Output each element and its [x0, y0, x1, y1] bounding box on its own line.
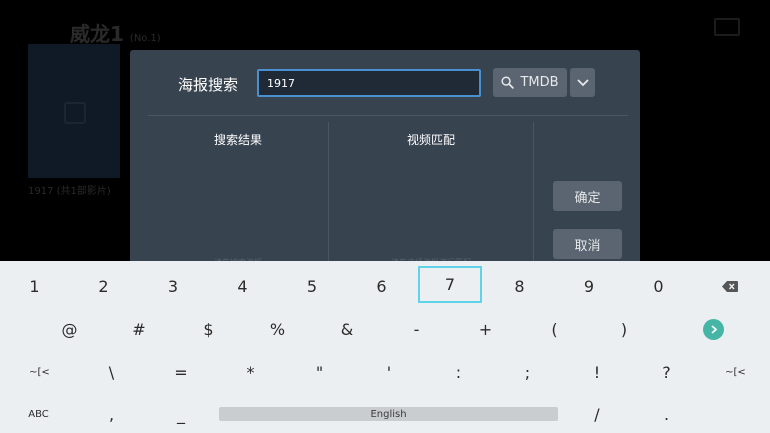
column-divider — [533, 122, 534, 265]
match-column-title: 视频匹配 — [406, 133, 455, 147]
image-placeholder-icon — [64, 102, 86, 124]
key-single-quote[interactable]: ' — [354, 353, 424, 391]
key-asterisk[interactable]: * — [216, 353, 285, 391]
key-close-paren[interactable]: ) — [589, 310, 659, 348]
screen-icon — [714, 18, 740, 36]
key-dollar[interactable]: $ — [174, 310, 243, 348]
divider — [148, 115, 628, 116]
key-8[interactable]: 8 — [485, 267, 554, 305]
key-comma[interactable]: , — [77, 395, 146, 433]
key-more-symbols-left[interactable]: ~[< — [5, 353, 74, 391]
key-percent[interactable]: % — [243, 310, 312, 348]
poster-search-dialog: 海报搜索 TMDB 搜索结果 视频匹配 请先搜索海报 请先选择海报进行匹配 确定… — [130, 50, 640, 267]
key-6[interactable]: 6 — [347, 267, 416, 305]
cancel-button[interactable]: 取消 — [553, 229, 622, 259]
key-exclamation[interactable]: ! — [562, 353, 632, 391]
source-button[interactable]: TMDB — [493, 68, 567, 97]
key-7[interactable]: 7 — [418, 266, 482, 303]
key-9[interactable]: 9 — [554, 267, 624, 305]
key-double-quote[interactable]: " — [285, 353, 354, 391]
background-poster — [28, 44, 120, 178]
key-question[interactable]: ? — [632, 353, 701, 391]
space-key[interactable]: English — [219, 407, 558, 421]
source-button-label: TMDB — [520, 75, 559, 90]
enter-key[interactable] — [680, 310, 747, 348]
background-caption: 1917 (共1部影片) — [28, 186, 111, 197]
key-0[interactable]: 0 — [624, 267, 693, 305]
key-equals[interactable]: = — [146, 353, 216, 391]
key-period[interactable]: . — [632, 395, 701, 433]
abc-mode-key[interactable]: ABC — [4, 395, 73, 433]
key-1[interactable]: 1 — [0, 267, 69, 305]
arrow-right-icon — [703, 318, 724, 340]
key-open-paren[interactable]: ( — [520, 310, 589, 348]
key-backslash[interactable]: \ — [77, 353, 146, 391]
on-screen-keyboard: 1 2 3 4 5 6 7 8 9 0 @ # $ % & - + ( ) ~[… — [0, 261, 770, 433]
key-semicolon[interactable]: ; — [493, 353, 562, 391]
dialog-title: 海报搜索 — [178, 76, 239, 94]
search-input[interactable] — [257, 69, 481, 97]
key-minus[interactable]: - — [382, 310, 451, 348]
key-slash[interactable]: / — [562, 395, 632, 433]
key-more-symbols-right[interactable]: ~[< — [701, 353, 770, 391]
key-underscore[interactable]: _ — [146, 395, 216, 433]
search-icon — [501, 76, 515, 89]
key-ampersand[interactable]: & — [312, 310, 382, 348]
chevron-down-icon — [576, 78, 589, 86]
key-plus[interactable]: + — [451, 310, 520, 348]
confirm-button[interactable]: 确定 — [553, 181, 622, 211]
key-hash[interactable]: # — [104, 310, 174, 348]
key-2[interactable]: 2 — [69, 267, 138, 305]
source-dropdown-button[interactable] — [570, 68, 595, 97]
key-at[interactable]: @ — [35, 310, 104, 348]
background-title: 威龙1 (No.1) — [70, 22, 161, 46]
backspace-key[interactable] — [695, 267, 765, 305]
results-column-title: 搜索结果 — [213, 133, 262, 147]
backspace-icon — [722, 280, 738, 292]
key-5[interactable]: 5 — [277, 267, 347, 305]
key-3[interactable]: 3 — [138, 267, 208, 305]
key-4[interactable]: 4 — [208, 267, 277, 305]
key-colon[interactable]: : — [424, 353, 493, 391]
